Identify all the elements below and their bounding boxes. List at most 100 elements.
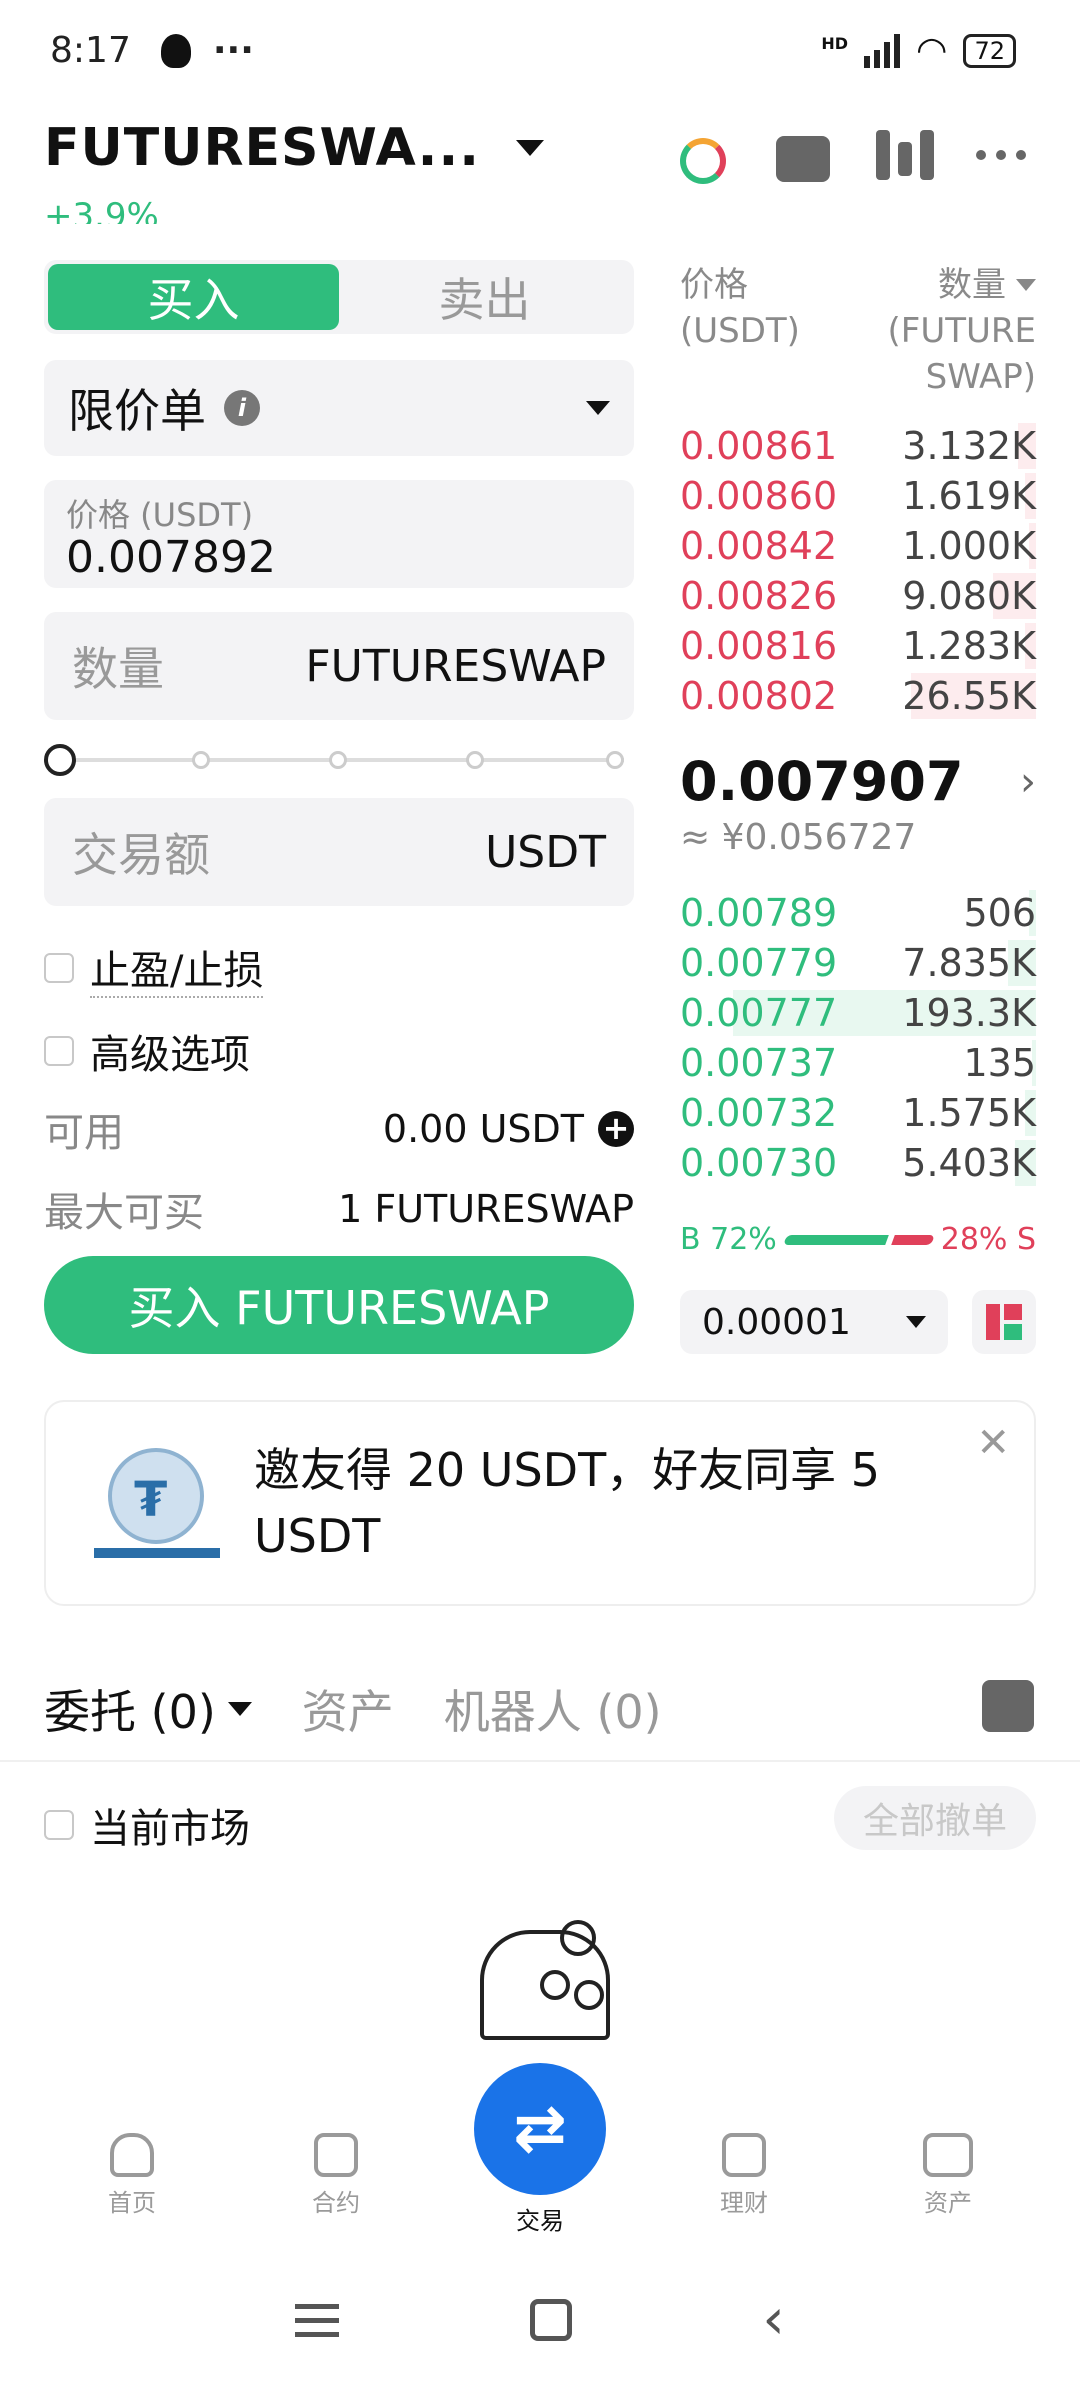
pair-title: FUTURESWA...: [44, 118, 480, 178]
price-input-value: 0.007892: [66, 532, 276, 583]
tab-orders[interactable]: 委托 (0): [44, 1676, 252, 1742]
orderbook-layout-icon[interactable]: [972, 1290, 1036, 1354]
bid-price: 0.00777: [680, 991, 838, 1035]
order-history-icon[interactable]: [982, 1680, 1034, 1732]
ask-price: 0.00861: [680, 424, 838, 468]
nav-trade-label: 交易: [516, 2206, 564, 2235]
last-price-block[interactable]: 0.007907 › ≈ ¥0.056727: [680, 750, 1036, 858]
slider-tick-100[interactable]: [606, 751, 624, 769]
trade-amount-unit: USDT: [485, 826, 606, 878]
status-time: 8:17: [50, 30, 131, 71]
current-market-checkbox[interactable]: [44, 1810, 74, 1840]
nav-contract-label: 合约: [312, 2188, 360, 2217]
ask-price: 0.00816: [680, 624, 838, 668]
tp-sl-checkbox[interactable]: [44, 953, 74, 983]
ask-row[interactable]: 0.00860 1.619K: [680, 471, 1036, 521]
ask-row[interactable]: 0.00816 1.283K: [680, 621, 1036, 671]
price-input[interactable]: 价格 (USDT) 0.007892: [44, 480, 634, 588]
cancel-all-button[interactable]: 全部撤单: [834, 1786, 1036, 1850]
tab-orders-label: 委托 (0): [44, 1685, 216, 1739]
ask-quantity: 1.000K: [902, 524, 1036, 568]
dropdown-caret-icon: [586, 401, 610, 415]
divider: [0, 1760, 1080, 1762]
bid-row[interactable]: 0.00737 135: [680, 1038, 1036, 1088]
price-change: +3.9%: [44, 196, 159, 224]
order-type-select[interactable]: 限价单 i: [44, 360, 634, 456]
available-label: 可用: [44, 1110, 124, 1156]
gauge-icon[interactable]: [680, 138, 726, 184]
buy-ratio-label: B 72%: [680, 1222, 777, 1257]
slider-tick-25[interactable]: [192, 751, 210, 769]
bid-row[interactable]: 0.00777 193.3K: [680, 988, 1036, 1038]
home-square-icon[interactable]: [529, 2299, 572, 2341]
bottom-nav: 首页 合约 ⇄ 交易 理财 资产: [0, 2062, 1080, 2250]
ask-row[interactable]: 0.00802 26.55K: [680, 671, 1036, 721]
nav-finance[interactable]: 理财: [674, 2132, 814, 2218]
precision-select[interactable]: 0.00001: [680, 1290, 948, 1354]
tp-sl-option[interactable]: 止盈/止损: [44, 938, 264, 998]
back-icon[interactable]: ‹: [762, 2292, 784, 2348]
quantity-input[interactable]: 数量 FUTURESWAP: [44, 612, 634, 720]
menu-icon[interactable]: [295, 2303, 340, 2337]
qty-header-toggle[interactable]: 数量: [888, 262, 1036, 308]
advanced-label: 高级选项: [90, 1032, 250, 1078]
slider-tick-75[interactable]: [466, 751, 484, 769]
ask-price: 0.00860: [680, 474, 838, 518]
tab-buy[interactable]: 买入: [48, 264, 339, 330]
tab-bots[interactable]: 机器人 (0): [444, 1676, 662, 1742]
bid-row[interactable]: 0.00730 5.403K: [680, 1138, 1036, 1188]
bid-row[interactable]: 0.00779 7.835K: [680, 938, 1036, 988]
invite-banner[interactable]: ₮ 邀友得 20 USDT，好友同享 5 USDT ✕: [44, 1400, 1036, 1606]
nav-home[interactable]: 首页: [62, 2132, 202, 2218]
available-value: 0.00 USDT: [382, 1107, 584, 1151]
trade-amount-input[interactable]: 交易额 USDT: [44, 798, 634, 906]
ask-price: 0.00802: [680, 674, 838, 718]
amount-slider[interactable]: [44, 744, 634, 776]
buy-button[interactable]: 买入 FUTURESWAP: [44, 1256, 634, 1354]
ask-quantity: 1.283K: [902, 624, 1036, 668]
bid-quantity: 506: [963, 891, 1036, 935]
invite-banner-text: 邀友得 20 USDT，好友同享 5 USDT: [254, 1443, 881, 1563]
nav-contract[interactable]: 合约: [266, 2132, 406, 2218]
ask-quantity: 1.619K: [902, 474, 1036, 518]
bid-quantity: 5.403K: [902, 1141, 1036, 1185]
buy-sell-tabs: 买入 卖出: [44, 260, 634, 334]
add-funds-icon[interactable]: +: [598, 1111, 634, 1147]
candlestick-icon[interactable]: [876, 130, 934, 180]
bid-row[interactable]: 0.00732 1.575K: [680, 1088, 1036, 1138]
info-icon[interactable]: i: [224, 390, 260, 426]
orderbook-qty-unit: (FUTURE SWAP): [887, 311, 1036, 397]
nav-trade[interactable]: ⇄ 交易: [470, 2062, 610, 2236]
chart-icon[interactable]: [776, 136, 830, 182]
quantity-unit: FUTURESWAP: [305, 640, 606, 692]
nav-assets[interactable]: 资产: [878, 2132, 1018, 2218]
tab-sell-label: 卖出: [438, 273, 531, 327]
planet-icon: [560, 1920, 596, 1956]
tab-sell[interactable]: 卖出: [339, 264, 630, 330]
bid-row[interactable]: 0.00789 506: [680, 888, 1036, 938]
close-icon[interactable]: ✕: [976, 1420, 1010, 1466]
current-market-filter[interactable]: 当前市场: [44, 1796, 250, 1854]
status-more: ···: [212, 30, 254, 71]
status-bar-left: 8:17 ···: [50, 30, 254, 71]
advanced-option[interactable]: 高级选项: [44, 1022, 250, 1080]
ratio-bar: [782, 1234, 935, 1245]
more-icon[interactable]: [976, 150, 1026, 160]
ask-row[interactable]: 0.00842 1.000K: [680, 521, 1036, 571]
ask-row[interactable]: 0.00861 3.132K: [680, 421, 1036, 471]
wallet-icon: [923, 2132, 973, 2177]
orderbook-asks: 0.00861 3.132K 0.00860 1.619K 0.00842 1.000K 0…: [680, 421, 1036, 721]
ask-row[interactable]: 0.00826 9.080K: [680, 571, 1036, 621]
orderbook-bids: 0.00789 506 0.00779 7.835K 0.00777 193.3K 0.00…: [680, 888, 1036, 1188]
ratio-bar-buy: [782, 1234, 889, 1245]
advanced-checkbox[interactable]: [44, 1036, 74, 1066]
pair-selector[interactable]: FUTURESWA...: [44, 118, 544, 178]
slider-handle[interactable]: [44, 744, 76, 776]
wifi-icon: ◠: [916, 30, 948, 71]
tab-assets[interactable]: 资产: [302, 1676, 394, 1742]
network-label: HD: [821, 34, 849, 53]
slider-tick-50[interactable]: [329, 751, 347, 769]
qty-caret-icon: [1016, 279, 1036, 291]
last-price: 0.007907: [680, 750, 964, 813]
chevron-right-icon: ›: [1020, 758, 1036, 805]
